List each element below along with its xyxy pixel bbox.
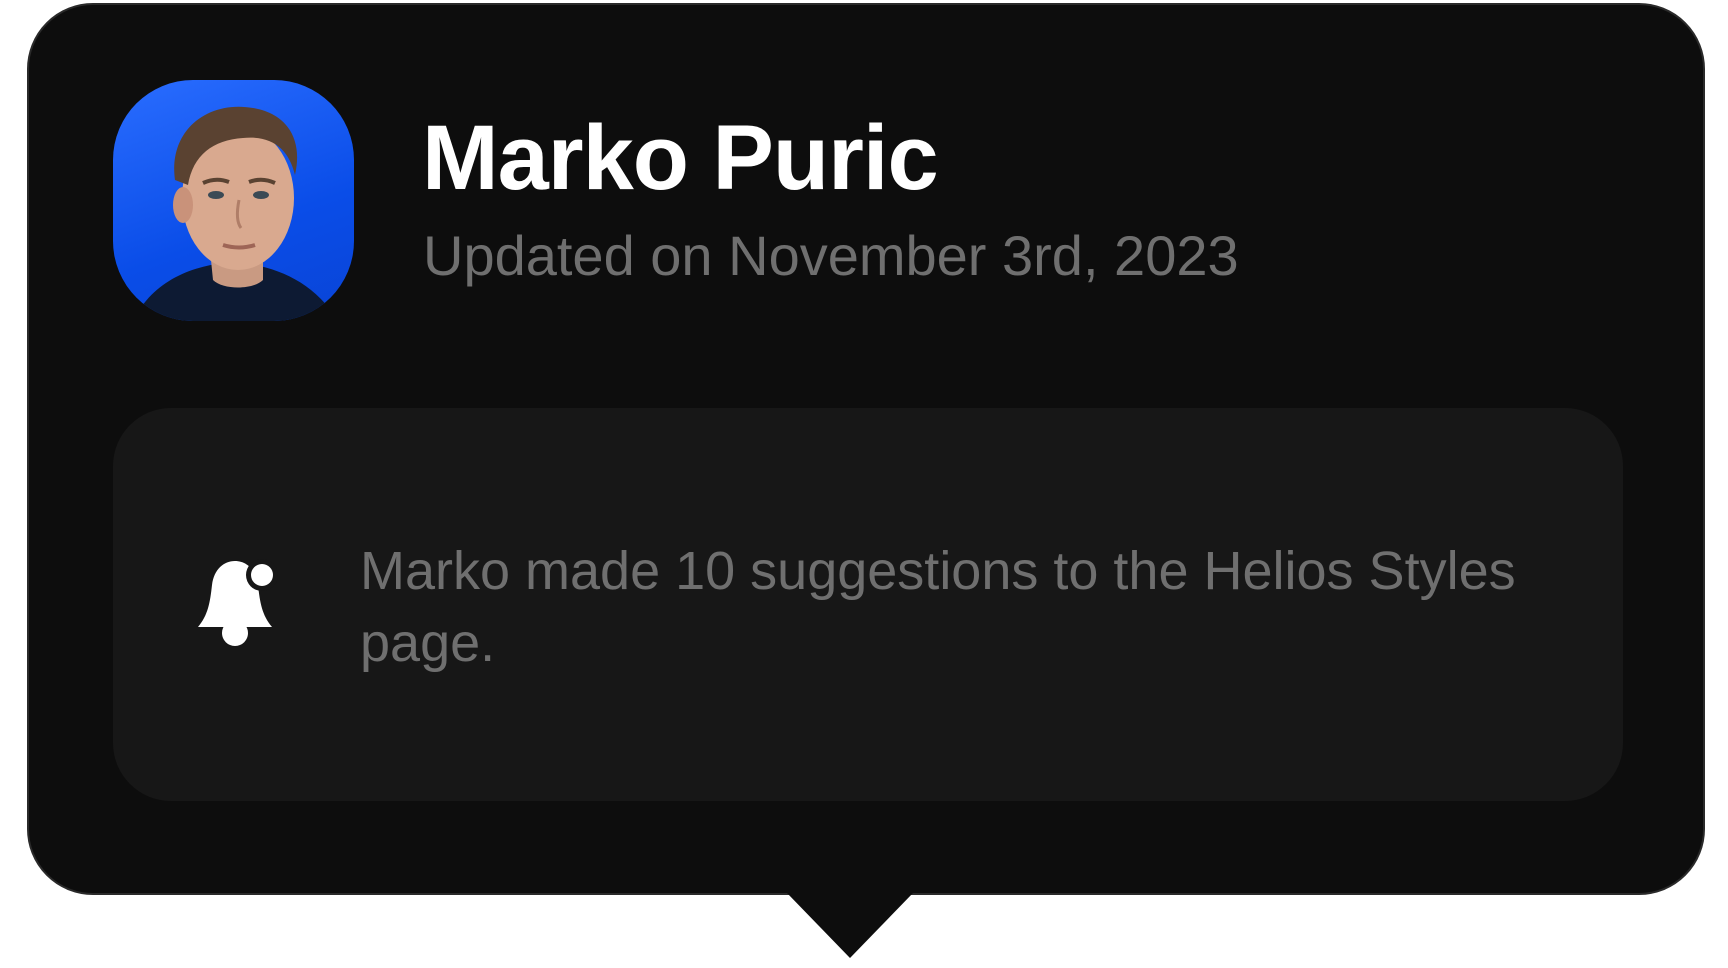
avatar[interactable] [113, 80, 354, 321]
bell-icon [198, 559, 278, 646]
avatar-portrait [133, 106, 338, 321]
popover-pointer [787, 893, 913, 958]
updated-timestamp: Updated on November 3rd, 2023 [423, 224, 1239, 287]
user-name: Marko Puric [422, 107, 939, 209]
notification-message: Marko made 10 suggestions to the Helios … [360, 541, 1516, 673]
